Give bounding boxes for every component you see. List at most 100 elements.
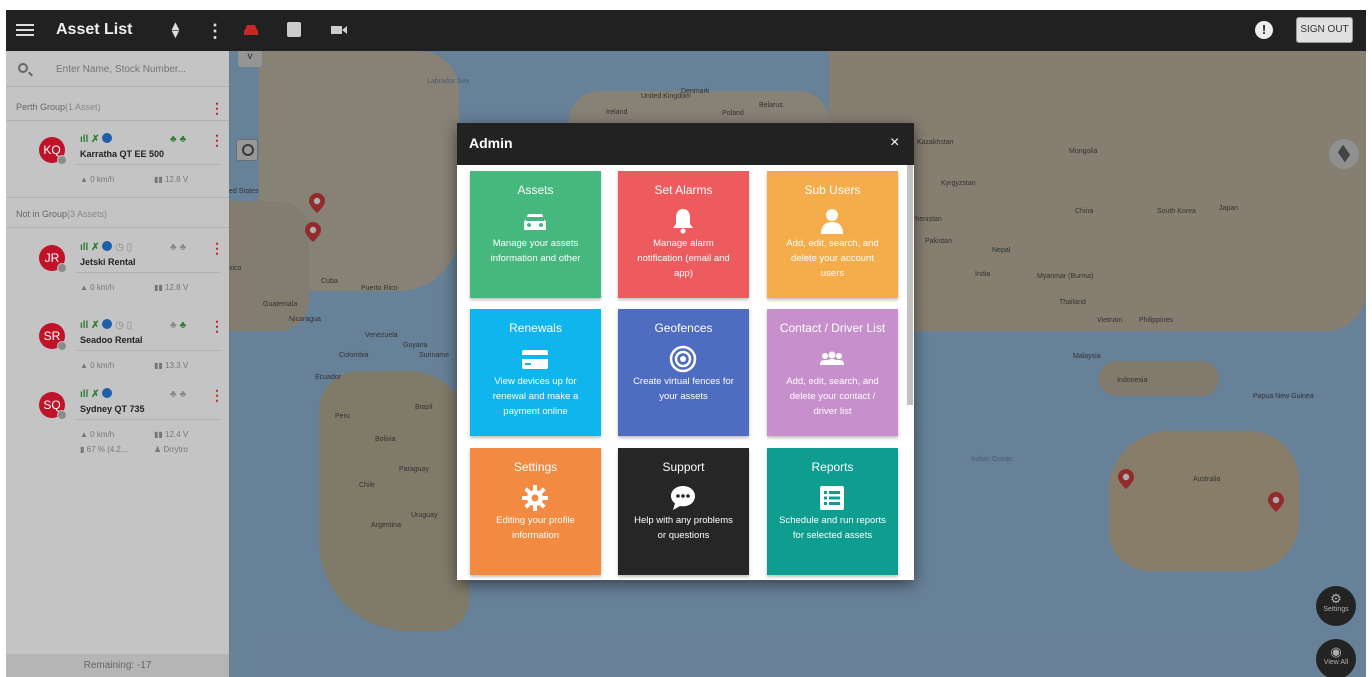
group-name: Perth Group <box>16 102 66 112</box>
divider <box>6 227 229 228</box>
voltage-value: ▮▮ 13.3 V <box>154 361 189 370</box>
list-icon <box>820 486 844 510</box>
page-title: Asset List <box>56 21 133 38</box>
ignition-icon <box>102 319 113 329</box>
gps-icon: ✗ <box>91 242 100 253</box>
search-bar <box>6 51 229 87</box>
status-icons: ıll ✗ ◷ ▯ <box>80 319 132 331</box>
alert-icon[interactable]: ! <box>1255 21 1273 39</box>
asset-more-icon[interactable]: ⋮ <box>210 319 224 333</box>
set-alarms-tile[interactable]: Set Alarms Manage alarm notification (em… <box>618 171 749 298</box>
speed-value: ▲ 0 km/h <box>80 430 115 439</box>
signal-icon: ıll <box>80 134 89 145</box>
settings-tile[interactable]: Settings Editing your profile informatio… <box>470 448 601 575</box>
status-icons: ıll ✗ ◷ ▯ <box>80 241 132 253</box>
divider <box>76 350 221 351</box>
driver-value: ♟ Drrytro <box>154 445 188 454</box>
tile-title: Support <box>662 460 705 474</box>
signal-icon: ıll <box>80 389 89 400</box>
avatar: SR <box>39 323 67 351</box>
group-count: (3 Assets) <box>67 209 108 219</box>
people-icon <box>820 351 844 365</box>
speed-value: ▲ 0 km/h <box>80 283 115 292</box>
app-frame: Asset List ▲▼ ⋮ ! SIGN OUT Perth Group(1… <box>6 10 1366 677</box>
user-icon <box>821 209 843 234</box>
menu-icon[interactable] <box>16 21 34 39</box>
voltage-value: ▮▮ 12.8 V <box>154 175 189 184</box>
avatar: SQ <box>39 392 67 420</box>
tile-description: Create virtual fences for your assets <box>633 376 734 402</box>
asset-name: Jetski Rental <box>80 257 136 267</box>
signal-icon: ıll <box>80 242 89 253</box>
asset-name: Seadoo Rental <box>80 335 143 345</box>
tile-title: Sub Users <box>804 183 861 197</box>
credit-card-icon <box>522 350 548 369</box>
divider <box>76 272 221 273</box>
contact-driver-list-tile[interactable]: Contact / Driver List Add, edit, search,… <box>767 309 898 436</box>
ignition-icon <box>102 241 113 251</box>
tile-description: Add, edit, search, and delete your accou… <box>786 238 879 279</box>
asset-more-icon[interactable]: ⋮ <box>210 133 224 147</box>
avatar: JR <box>39 245 67 273</box>
bell-icon <box>673 209 693 234</box>
avatar: KQ <box>39 137 67 165</box>
group-count: (1 Asset) <box>65 102 101 112</box>
car-icon[interactable] <box>243 24 259 36</box>
status-icons: ıll ✗ <box>80 388 113 400</box>
search-icon <box>18 63 28 73</box>
asset-more-icon[interactable]: ⋮ <box>210 241 224 255</box>
tile-description: Help with any problems or questions <box>634 515 733 541</box>
sort-icon[interactable]: ▲ ▼ <box>169 19 182 40</box>
admin-dialog: Admin × Assets Manage your assets inform… <box>457 123 914 580</box>
tile-title: Settings <box>513 460 558 474</box>
dialog-header: Admin × <box>457 123 914 165</box>
ignition-icon <box>102 133 113 143</box>
asset-list-sidebar: Perth Group(1 Asset) ⋮ KQ ıll ✗ Karratha… <box>6 51 229 677</box>
gear-icon <box>522 485 548 511</box>
tree-icon: ♣♣ <box>170 134 190 145</box>
tile-title: Geofences <box>654 321 713 335</box>
group-more-icon[interactable]: ⋮ <box>210 101 224 115</box>
tile-description: View devices up for renewal and make a p… <box>492 376 579 417</box>
battery-icon: ▯ <box>126 320 133 331</box>
asset-more-icon[interactable]: ⋮ <box>210 388 224 402</box>
asset-name: Karratha QT EE 500 <box>80 149 165 159</box>
gps-icon: ✗ <box>91 389 100 400</box>
speed-value: ▲ 0 km/h <box>80 361 115 370</box>
sign-out-button[interactable]: SIGN OUT <box>1296 17 1353 43</box>
dialog-title: Admin <box>469 135 513 151</box>
tile-description: Manage your assets information and other <box>490 238 581 264</box>
tree-icon: ♣♣ <box>170 242 190 253</box>
clock-icon: ◷ <box>115 242 124 253</box>
more-vert-icon[interactable]: ⋮ <box>206 21 224 42</box>
voltage-value: ▮▮ 12.4 V <box>154 430 189 439</box>
tile-description: Add, edit, search, and delete your conta… <box>786 376 879 417</box>
geofences-tile[interactable]: Geofences Create virtual fences for your… <box>618 309 749 436</box>
tile-description: Editing your profile information <box>496 515 575 541</box>
signal-icon: ıll <box>80 320 89 331</box>
assets-tile[interactable]: Assets Manage your assets information an… <box>470 171 601 298</box>
geofence-icon <box>669 345 697 373</box>
tile-title: Renewals <box>509 321 562 335</box>
speed-value: ▲ 0 km/h <box>80 175 115 184</box>
divider <box>76 419 221 420</box>
divider <box>76 164 221 165</box>
group-header-not-in-group[interactable]: Not in Group(3 Assets) <box>16 209 107 219</box>
gps-icon: ✗ <box>91 134 100 145</box>
map-icon[interactable] <box>287 22 301 37</box>
group-header-perth[interactable]: Perth Group(1 Asset) <box>16 102 101 112</box>
renewals-tile[interactable]: Renewals View devices up for renewal and… <box>470 309 601 436</box>
group-name: Not in Group <box>16 209 68 219</box>
tile-description: Schedule and run reports for selected as… <box>779 515 886 541</box>
scrollbar[interactable] <box>907 165 913 405</box>
close-icon[interactable]: × <box>890 134 899 152</box>
battery-value: ▮ 67 % (4.2... <box>80 445 128 454</box>
video-icon[interactable] <box>331 25 347 35</box>
sub-users-tile[interactable]: Sub Users Add, edit, search, and delete … <box>767 171 898 298</box>
tile-title: Assets <box>517 183 554 197</box>
reports-tile[interactable]: Reports Schedule and run reports for sel… <box>767 448 898 575</box>
support-tile[interactable]: Support Help with any problems or questi… <box>618 448 749 575</box>
battery-icon: ▯ <box>126 242 133 253</box>
search-input[interactable] <box>56 61 216 77</box>
asset-name: Sydney QT 735 <box>80 404 145 414</box>
